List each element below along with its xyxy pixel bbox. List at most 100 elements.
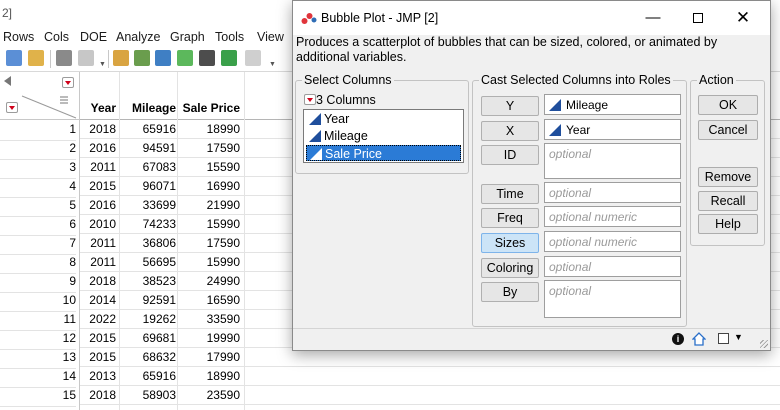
row-number[interactable]: 12 bbox=[0, 331, 76, 350]
cell-sale-price[interactable]: 23590 bbox=[178, 388, 240, 402]
fit-y-by-x-icon[interactable] bbox=[199, 50, 215, 66]
resize-grip[interactable] bbox=[760, 340, 768, 348]
role-freq-field[interactable]: optional numeric bbox=[544, 206, 681, 227]
cell-mileage[interactable]: 65916 bbox=[120, 369, 176, 383]
role-time-button[interactable]: Time bbox=[481, 184, 539, 204]
row-number[interactable]: 11 bbox=[0, 312, 76, 331]
cell-mileage[interactable]: 92591 bbox=[120, 293, 176, 307]
distribution-icon[interactable] bbox=[155, 50, 171, 66]
red-triangle-icon[interactable] bbox=[304, 94, 316, 105]
bar-chart-icon[interactable] bbox=[177, 50, 193, 66]
cell-sale-price[interactable]: 16990 bbox=[178, 179, 240, 193]
cell-year[interactable]: 2011 bbox=[80, 160, 116, 174]
column-item-year[interactable]: Year bbox=[306, 111, 461, 127]
close-button[interactable]: ✕ bbox=[723, 6, 763, 30]
row-number[interactable]: 13 bbox=[0, 350, 76, 369]
cell-mileage[interactable]: 38523 bbox=[120, 274, 176, 288]
row-number[interactable]: 7 bbox=[0, 236, 76, 255]
cell-mileage[interactable]: 69681 bbox=[120, 331, 176, 345]
role-sizes-button[interactable]: Sizes bbox=[481, 233, 539, 253]
role-by-button[interactable]: By bbox=[481, 282, 539, 302]
table-row[interactable]: 2018 58903 23590 bbox=[80, 386, 780, 405]
cell-mileage[interactable]: 67083 bbox=[120, 160, 176, 174]
row-number[interactable]: 1 bbox=[0, 122, 76, 141]
column-header-year[interactable]: Year bbox=[80, 101, 116, 115]
cell-sale-price[interactable]: 15990 bbox=[178, 255, 240, 269]
column-item-sale-price[interactable]: Sale Price bbox=[306, 145, 461, 161]
help-button[interactable]: Help bbox=[698, 214, 758, 234]
role-id-button[interactable]: ID bbox=[481, 145, 539, 165]
cell-sale-price[interactable]: 18990 bbox=[178, 369, 240, 383]
role-y-button[interactable]: Y bbox=[481, 96, 539, 116]
chevron-down-icon[interactable]: ▼ bbox=[99, 61, 106, 68]
cell-sale-price[interactable]: 21990 bbox=[178, 198, 240, 212]
cell-sale-price[interactable]: 24990 bbox=[178, 274, 240, 288]
row-number[interactable]: 15 bbox=[0, 388, 76, 407]
grid-icon[interactable] bbox=[134, 50, 150, 66]
row-number[interactable]: 2 bbox=[0, 141, 76, 160]
column-list[interactable]: Year Mileage Sale Price bbox=[303, 109, 464, 163]
cell-year[interactable]: 2018 bbox=[80, 274, 116, 288]
paste-icon[interactable] bbox=[28, 50, 44, 66]
menu-cols[interactable]: Cols bbox=[44, 30, 69, 44]
column-header-sale-price[interactable]: Sale Price bbox=[178, 101, 240, 115]
cell-year[interactable]: 2018 bbox=[80, 122, 116, 136]
role-by-field[interactable]: optional bbox=[544, 280, 681, 318]
fit-model-icon[interactable] bbox=[221, 50, 237, 66]
copy-icon[interactable] bbox=[6, 50, 22, 66]
recall-button[interactable]: Recall bbox=[698, 191, 758, 211]
role-sizes-field[interactable]: optional numeric bbox=[544, 231, 681, 252]
role-id-field[interactable]: optional bbox=[544, 143, 681, 179]
maximize-button[interactable] bbox=[678, 6, 718, 30]
cell-year[interactable]: 2015 bbox=[80, 350, 116, 364]
column-header-mileage[interactable]: Mileage bbox=[120, 101, 176, 115]
cell-year[interactable]: 2014 bbox=[80, 293, 116, 307]
cell-sale-price[interactable]: 17590 bbox=[178, 141, 240, 155]
ok-button[interactable]: OK bbox=[698, 95, 758, 115]
role-x-field[interactable]: Year bbox=[544, 119, 681, 140]
cell-sale-price[interactable]: 17990 bbox=[178, 350, 240, 364]
minimize-button[interactable]: — bbox=[633, 6, 673, 30]
table-row[interactable]: 2013 65916 18990 bbox=[80, 367, 780, 386]
menu-rows[interactable]: Rows bbox=[3, 30, 34, 44]
cell-year[interactable]: 2013 bbox=[80, 369, 116, 383]
checkbox-icon[interactable] bbox=[718, 333, 729, 344]
cell-mileage[interactable]: 74233 bbox=[120, 217, 176, 231]
cell-sale-price[interactable]: 33590 bbox=[178, 312, 240, 326]
home-icon[interactable] bbox=[692, 332, 706, 346]
cell-mileage[interactable]: 19262 bbox=[120, 312, 176, 326]
lock-icon[interactable] bbox=[78, 50, 94, 66]
role-time-field[interactable]: optional bbox=[544, 182, 681, 203]
menu-tools[interactable]: Tools bbox=[215, 30, 244, 44]
menu-graph[interactable]: Graph bbox=[170, 30, 205, 44]
column-item-mileage[interactable]: Mileage bbox=[306, 128, 461, 144]
script-icon[interactable] bbox=[56, 50, 72, 66]
cell-sale-price[interactable]: 15590 bbox=[178, 160, 240, 174]
menu-doe[interactable]: DOE bbox=[80, 30, 107, 44]
cell-year[interactable]: 2011 bbox=[80, 255, 116, 269]
menu-view[interactable]: View bbox=[257, 30, 284, 44]
role-freq-button[interactable]: Freq bbox=[481, 208, 539, 228]
cancel-button[interactable]: Cancel bbox=[698, 120, 758, 140]
row-number[interactable]: 6 bbox=[0, 217, 76, 236]
role-coloring-button[interactable]: Coloring bbox=[481, 258, 539, 278]
cell-mileage[interactable]: 33699 bbox=[120, 198, 176, 212]
cell-mileage[interactable]: 65916 bbox=[120, 122, 176, 136]
dialog-titlebar[interactable]: Bubble Plot - JMP [2] — ✕ bbox=[293, 1, 770, 35]
cell-year[interactable]: 2016 bbox=[80, 141, 116, 155]
cell-year[interactable]: 2015 bbox=[80, 179, 116, 193]
cell-year[interactable]: 2016 bbox=[80, 198, 116, 212]
cell-mileage[interactable]: 96071 bbox=[120, 179, 176, 193]
cell-year[interactable]: 2010 bbox=[80, 217, 116, 231]
row-number[interactable]: 8 bbox=[0, 255, 76, 274]
red-triangle-icon[interactable] bbox=[6, 102, 18, 113]
table-icon[interactable] bbox=[113, 50, 129, 66]
row-number[interactable]: 14 bbox=[0, 369, 76, 388]
chevron-down-icon[interactable]: ▼ bbox=[269, 61, 276, 68]
row-number[interactable]: 4 bbox=[0, 179, 76, 198]
cell-sale-price[interactable]: 17590 bbox=[178, 236, 240, 250]
cell-mileage[interactable]: 56695 bbox=[120, 255, 176, 269]
cell-year[interactable]: 2015 bbox=[80, 331, 116, 345]
cell-sale-price[interactable]: 19990 bbox=[178, 331, 240, 345]
dropdown-icon[interactable]: ▼ bbox=[734, 332, 743, 342]
